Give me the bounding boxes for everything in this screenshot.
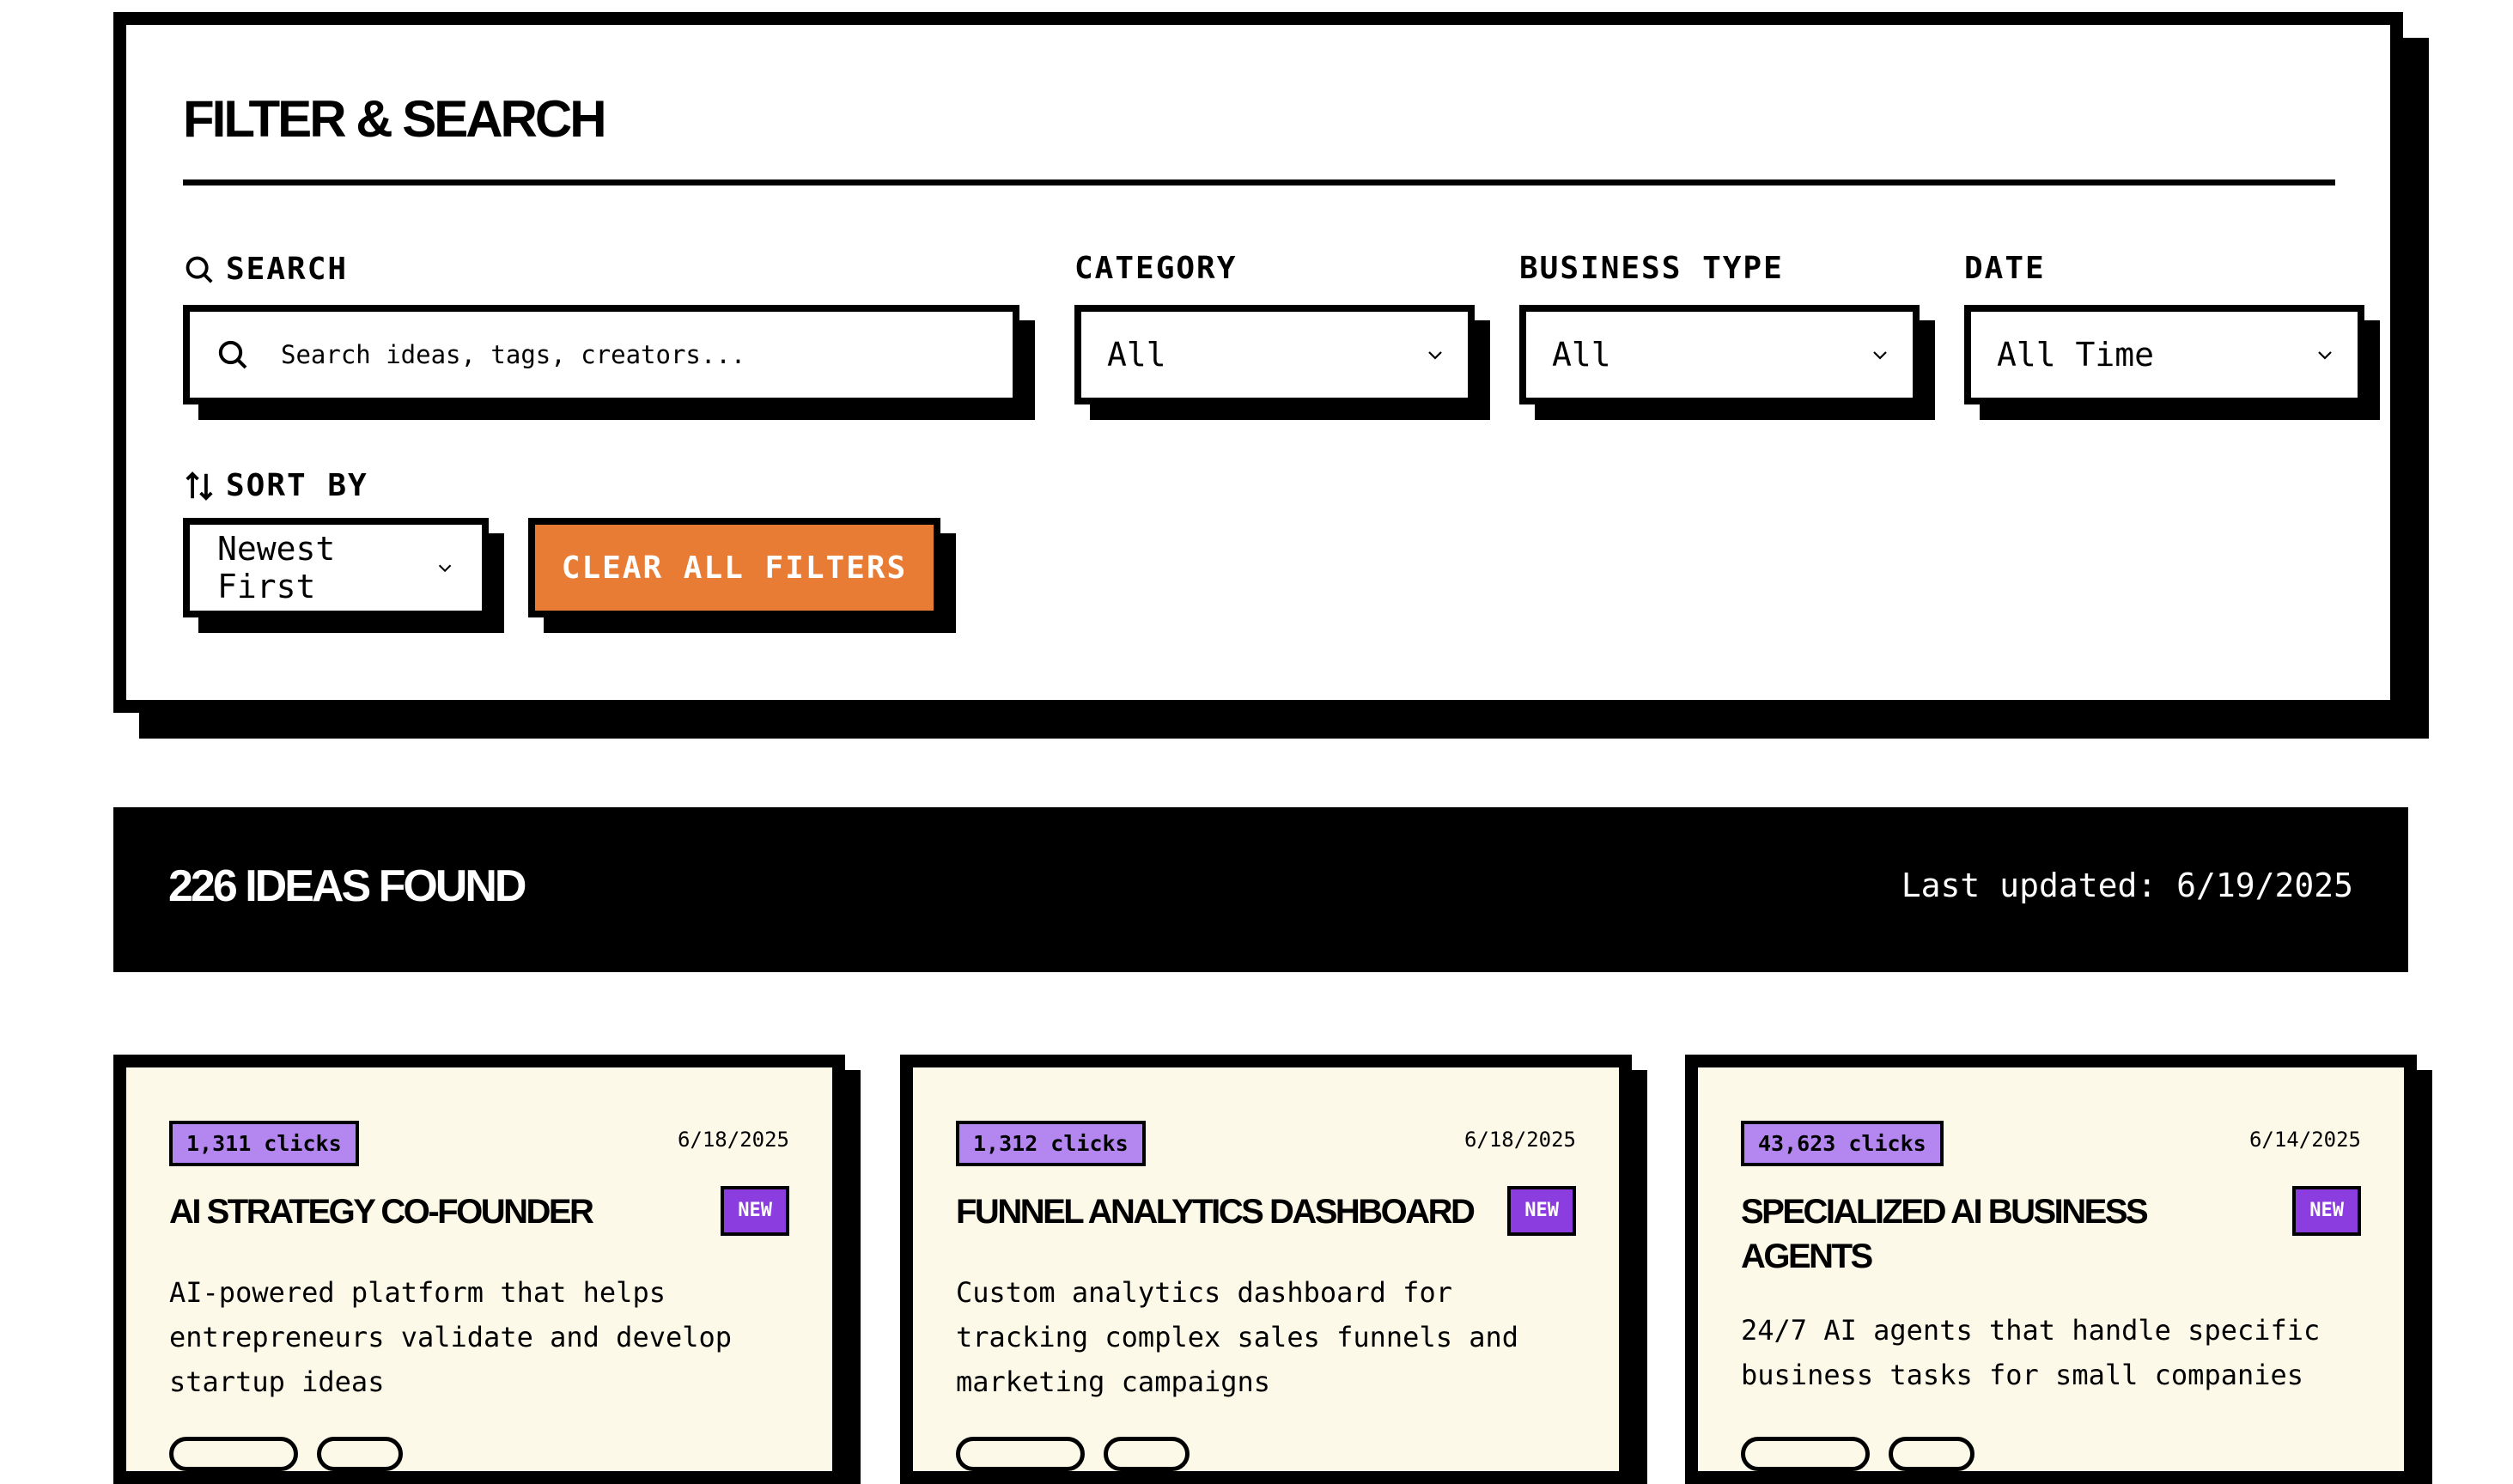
- clear-filters-button[interactable]: CLEAR ALL FILTERS: [528, 518, 940, 617]
- business-type-value: All: [1552, 336, 1611, 374]
- search-field[interactable]: [183, 305, 1019, 404]
- category-value: All: [1107, 336, 1166, 374]
- search-icon: [218, 340, 247, 369]
- card-title[interactable]: SPECIALIZED AI BUSINESS AGENTS: [1741, 1189, 2222, 1279]
- tag-chip[interactable]: [317, 1437, 403, 1471]
- sort-label-text: SORT BY: [226, 468, 368, 503]
- card-description: AI-powered platform that helps entrepren…: [169, 1276, 733, 1398]
- card-date: 6/18/2025: [677, 1128, 789, 1152]
- search-label-text: SEARCH: [226, 252, 349, 287]
- title-divider: [183, 179, 2335, 186]
- sort-label: SORT BY: [183, 470, 368, 502]
- chevron-down-icon: [438, 564, 452, 573]
- tag-chip[interactable]: [169, 1437, 298, 1471]
- chevron-down-icon: [2318, 351, 2332, 360]
- idea-card[interactable]: 1,312 clicks 6/18/2025 FUNNEL ANALYTICS …: [900, 1055, 1632, 1484]
- filter-panel: FILTER & SEARCH SEARCH CATEGORY All BUSI…: [113, 12, 2403, 713]
- results-bar: 226 IDEAS FOUND Last updated: 6/19/2025: [113, 807, 2408, 972]
- clicks-badge: 1,312 clicks: [956, 1121, 1146, 1166]
- search-input[interactable]: [279, 339, 952, 370]
- business-type-select[interactable]: All: [1519, 305, 1920, 404]
- idea-card[interactable]: 43,623 clicks 6/14/2025 SPECIALIZED AI B…: [1685, 1055, 2417, 1484]
- date-label: DATE: [1964, 251, 2046, 286]
- card-description: 24/7 AI agents that handle specific busi…: [1741, 1314, 2321, 1391]
- card-description: Custom analytics dashboard for tracking …: [956, 1276, 1519, 1398]
- search-label: SEARCH: [183, 253, 348, 286]
- clicks-badge: 1,311 clicks: [169, 1121, 359, 1166]
- category-select[interactable]: All: [1074, 305, 1475, 404]
- chevron-down-icon: [1428, 351, 1442, 360]
- tag-chip[interactable]: [956, 1437, 1085, 1471]
- sort-arrows-icon: [186, 471, 213, 501]
- last-updated: Last updated: 6/19/2025: [1901, 867, 2353, 904]
- new-badge: NEW: [2292, 1186, 2361, 1236]
- results-count: 226 IDEAS FOUND: [168, 861, 526, 911]
- tag-chip[interactable]: [1104, 1437, 1190, 1471]
- business-type-label: BUSINESS TYPE: [1519, 251, 1784, 286]
- card-date: 6/18/2025: [1463, 1128, 1576, 1152]
- sort-select[interactable]: Newest First: [183, 518, 489, 617]
- tag-chip[interactable]: [1889, 1437, 1974, 1471]
- category-label: CATEGORY: [1074, 251, 1238, 286]
- idea-card[interactable]: 1,311 clicks 6/18/2025 AI STRATEGY CO-FO…: [113, 1055, 845, 1484]
- date-select[interactable]: All Time: [1964, 305, 2364, 404]
- new-badge: NEW: [1507, 1186, 1576, 1236]
- tag-chip[interactable]: [1741, 1437, 1870, 1471]
- clicks-badge: 43,623 clicks: [1741, 1121, 1944, 1166]
- sort-value: Newest First: [217, 530, 336, 605]
- card-date: 6/14/2025: [2248, 1128, 2361, 1152]
- filter-title: FILTER & SEARCH: [183, 90, 607, 148]
- card-title[interactable]: FUNNEL ANALYTICS DASHBOARD: [956, 1189, 1540, 1234]
- new-badge: NEW: [721, 1186, 789, 1236]
- card-title[interactable]: AI STRATEGY CO-FOUNDER: [169, 1189, 685, 1234]
- search-icon: [186, 256, 213, 283]
- date-value: All Time: [1997, 336, 2155, 374]
- chevron-down-icon: [1873, 351, 1887, 360]
